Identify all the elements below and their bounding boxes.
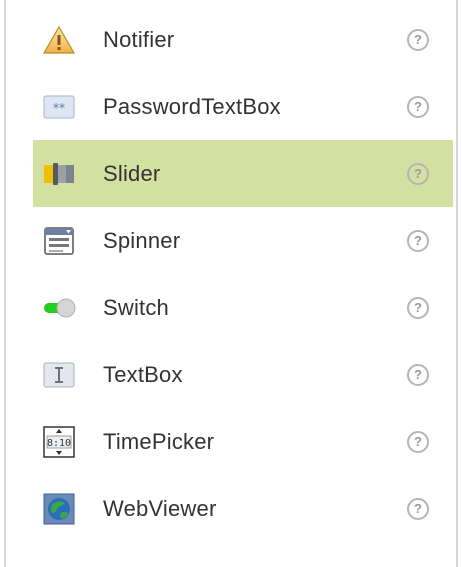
warning-triangle-icon: [41, 24, 77, 56]
help-icon[interactable]: ?: [407, 497, 429, 520]
password-field-icon: **: [41, 91, 77, 123]
component-label: Spinner: [103, 227, 181, 253]
clock-time-icon: 8:10: [41, 425, 77, 458]
palette-item-spinner[interactable]: Spinner ?: [33, 207, 453, 274]
palette-item-passwordtextbox[interactable]: ** PasswordTextBox ?: [33, 73, 453, 140]
palette-item-notifier[interactable]: Notifier ?: [33, 6, 453, 73]
svg-text:**: **: [53, 101, 65, 115]
help-icon[interactable]: ?: [407, 162, 429, 185]
spinner-dropdown-icon: [41, 225, 77, 257]
component-label: PasswordTextBox: [103, 93, 281, 119]
help-icon[interactable]: ?: [407, 430, 429, 453]
globe-icon: [41, 493, 77, 525]
help-icon[interactable]: ?: [407, 28, 429, 51]
palette-item-switch[interactable]: Switch ?: [33, 274, 453, 341]
palette-item-webviewer[interactable]: WebViewer ?: [33, 475, 453, 542]
component-label: TimePicker: [103, 428, 215, 454]
help-icon[interactable]: ?: [407, 296, 429, 319]
palette-item-timepicker[interactable]: 8:10 TimePicker ?: [33, 408, 453, 475]
help-icon[interactable]: ?: [407, 363, 429, 386]
component-label: Slider: [103, 160, 161, 186]
component-label: Notifier: [103, 26, 175, 52]
palette-item-textbox[interactable]: TextBox ?: [33, 341, 453, 408]
help-icon[interactable]: ?: [407, 229, 429, 252]
svg-text:8:10: 8:10: [47, 438, 71, 449]
textbox-cursor-icon: [41, 359, 77, 391]
palette-item-slider[interactable]: Slider ?: [33, 140, 453, 207]
toggle-switch-icon: [41, 292, 77, 324]
slider-icon: [41, 158, 77, 190]
help-icon[interactable]: ?: [407, 95, 429, 118]
component-label: WebViewer: [103, 495, 217, 521]
component-label: Switch: [103, 294, 169, 320]
palette-panel: Notifier ? ** PasswordTextBox ? Slider ?…: [4, 0, 458, 567]
component-list: Notifier ? ** PasswordTextBox ? Slider ?…: [33, 6, 453, 542]
component-label: TextBox: [103, 361, 183, 387]
